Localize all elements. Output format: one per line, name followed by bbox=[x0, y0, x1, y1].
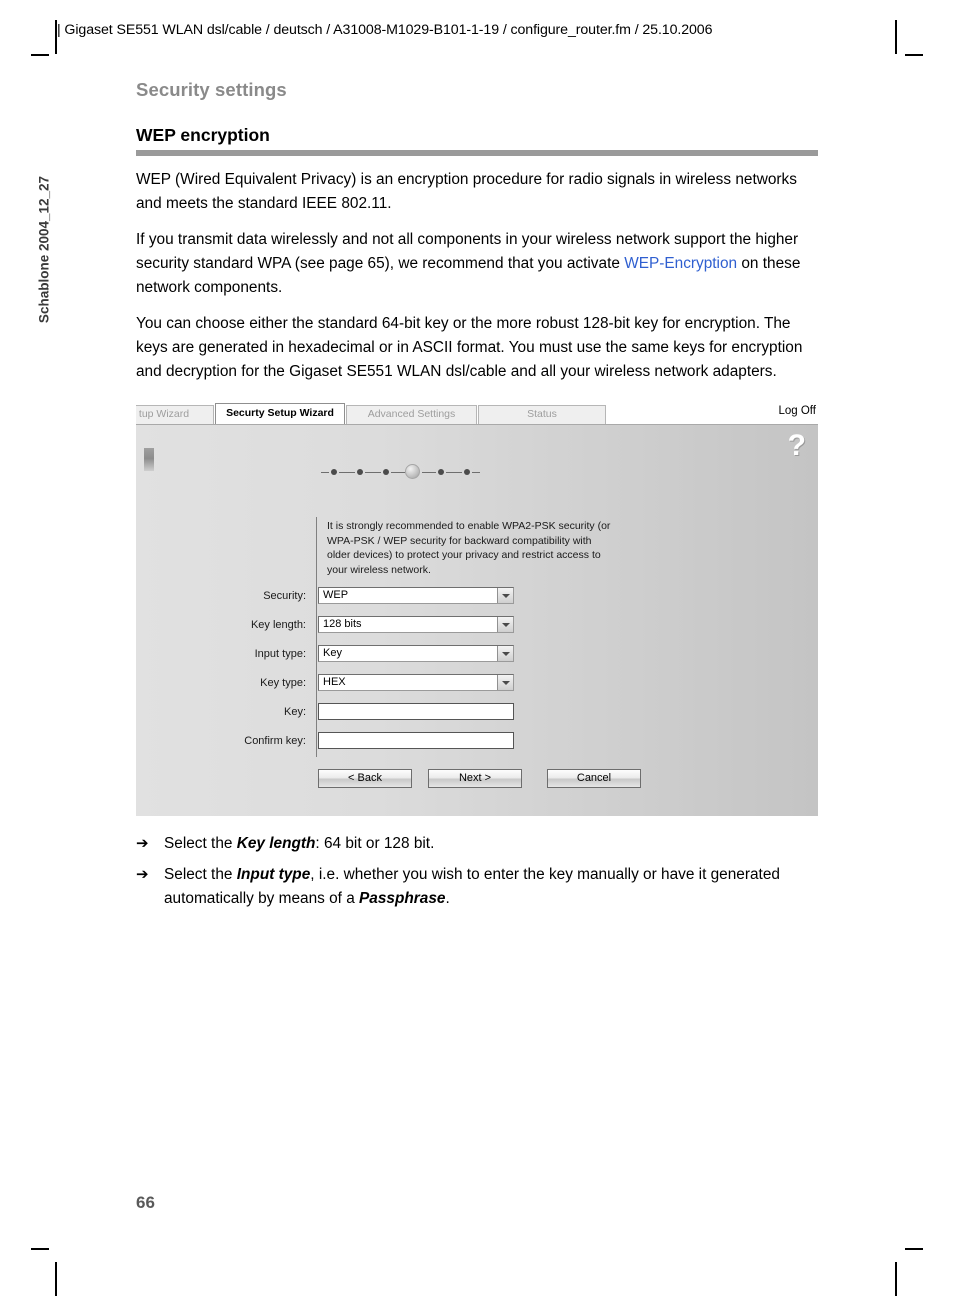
margin-template-label: Schablone 2004_12_27 bbox=[36, 175, 52, 324]
body-text: WEP (Wired Equivalent Privacy) is an enc… bbox=[136, 168, 820, 396]
cancel-button[interactable]: Cancel bbox=[547, 769, 641, 788]
panel-left-handle bbox=[144, 448, 154, 471]
field-label-input-type: Input type: bbox=[254, 648, 306, 660]
page-number: 66 bbox=[136, 1193, 155, 1212]
list-item-emphasis: Input type bbox=[236, 866, 311, 883]
list-item-emphasis-2: Passphrase bbox=[359, 890, 446, 907]
paragraph-3: You can choose either the standard 64-bi… bbox=[136, 315, 803, 380]
page-title: WEP encryption bbox=[136, 125, 270, 145]
field-row-key-length: Key length: 128 bits bbox=[136, 616, 556, 634]
list-item: ➔ Select the Key length: 64 bit or 128 bi… bbox=[136, 832, 820, 856]
list-item-lead: Select the bbox=[164, 866, 237, 883]
chevron-down-icon[interactable] bbox=[497, 588, 513, 603]
key-type-select[interactable]: HEX bbox=[318, 674, 514, 691]
chapter-title: Security settings bbox=[136, 79, 287, 100]
router-ui-screenshot: tup Wizard Securty Setup Wizard Advanced… bbox=[136, 403, 818, 816]
crop-mark-bottom-right bbox=[905, 1248, 923, 1250]
wizard-step-current bbox=[405, 464, 420, 479]
arrow-right-icon: ➔ bbox=[136, 835, 149, 852]
document-page: | Gigaset SE551 WLAN dsl/cable / deutsch… bbox=[0, 0, 954, 1307]
list-item: ➔ Select the Input type, i.e. whether you… bbox=[136, 863, 820, 911]
next-button[interactable]: Next > bbox=[428, 769, 522, 788]
field-row-confirm-key: Confirm key: bbox=[136, 732, 556, 750]
back-button[interactable]: < Back bbox=[318, 769, 412, 788]
chevron-down-icon[interactable] bbox=[497, 646, 513, 661]
input-type-select-value: Key bbox=[323, 647, 342, 659]
key-length-select[interactable]: 128 bits bbox=[318, 616, 514, 633]
field-label-security: Security: bbox=[263, 590, 306, 602]
input-type-select[interactable]: Key bbox=[318, 645, 514, 662]
key-input[interactable] bbox=[318, 703, 514, 720]
crop-mark-bottom-left bbox=[31, 1248, 49, 1250]
key-length-select-value: 128 bits bbox=[323, 618, 362, 630]
security-recommendation-text: It is strongly recommended to enable WPA… bbox=[327, 520, 611, 576]
security-select-value: WEP bbox=[323, 589, 349, 601]
wizard-button-row: < Back Next > Cancel bbox=[318, 769, 718, 789]
tab-setup-wizard[interactable]: tup Wizard bbox=[136, 405, 214, 424]
security-select[interactable]: WEP bbox=[318, 587, 514, 604]
tab-bar: tup Wizard Securty Setup Wizard Advanced… bbox=[136, 403, 818, 424]
confirm-key-input[interactable] bbox=[318, 732, 514, 749]
running-header: | Gigaset SE551 WLAN dsl/cable / deutsch… bbox=[57, 22, 713, 38]
wizard-progress-indicator bbox=[321, 463, 481, 481]
field-row-key-type: Key type: HEX bbox=[136, 674, 556, 692]
field-row-key: Key: bbox=[136, 703, 556, 721]
tab-advanced-settings[interactable]: Advanced Settings bbox=[346, 405, 477, 424]
field-row-security: Security: WEP bbox=[136, 587, 556, 605]
chevron-down-icon[interactable] bbox=[497, 617, 513, 632]
chevron-down-icon[interactable] bbox=[497, 675, 513, 690]
list-item-lead: Select the bbox=[164, 835, 237, 852]
paragraph-2: If you transmit data wirelessly and not … bbox=[136, 228, 820, 300]
tab-security-setup-wizard[interactable]: Securty Setup Wizard bbox=[215, 403, 345, 424]
list-item-tail: . bbox=[445, 890, 450, 907]
crop-mark-top-right bbox=[905, 54, 923, 56]
paragraph-1: WEP (Wired Equivalent Privacy) is an enc… bbox=[136, 171, 797, 212]
arrow-right-icon: ➔ bbox=[136, 866, 149, 883]
field-row-input-type: Input type: Key bbox=[136, 645, 556, 663]
crop-mark-top-right-vertical bbox=[895, 20, 897, 54]
field-label-confirm-key: Confirm key: bbox=[244, 735, 306, 747]
field-label-key: Key: bbox=[283, 706, 306, 718]
field-label-key-length: Key length: bbox=[250, 619, 306, 631]
form-divider bbox=[316, 517, 317, 757]
log-off-button[interactable]: Log Off bbox=[772, 405, 816, 417]
instruction-list: ➔ Select the Key length: 64 bit or 128 bi… bbox=[136, 832, 820, 918]
key-type-select-value: HEX bbox=[323, 676, 346, 688]
wep-encryption-link[interactable]: WEP-Encryption bbox=[624, 255, 737, 272]
tab-status[interactable]: Status bbox=[478, 405, 606, 424]
section-rule bbox=[136, 150, 818, 156]
crop-mark-bottom-left-vertical bbox=[55, 1262, 57, 1296]
list-item-emphasis: Key length bbox=[236, 835, 316, 852]
crop-mark-bottom-right-vertical bbox=[895, 1262, 897, 1296]
wizard-panel: ? It is strongly recommended to enable W… bbox=[136, 424, 818, 816]
crop-mark-top-left bbox=[31, 54, 49, 56]
field-label-key-type: Key type: bbox=[260, 677, 306, 689]
help-icon[interactable]: ? bbox=[788, 431, 806, 461]
list-item-tail: : 64 bit or 128 bit. bbox=[315, 835, 435, 852]
